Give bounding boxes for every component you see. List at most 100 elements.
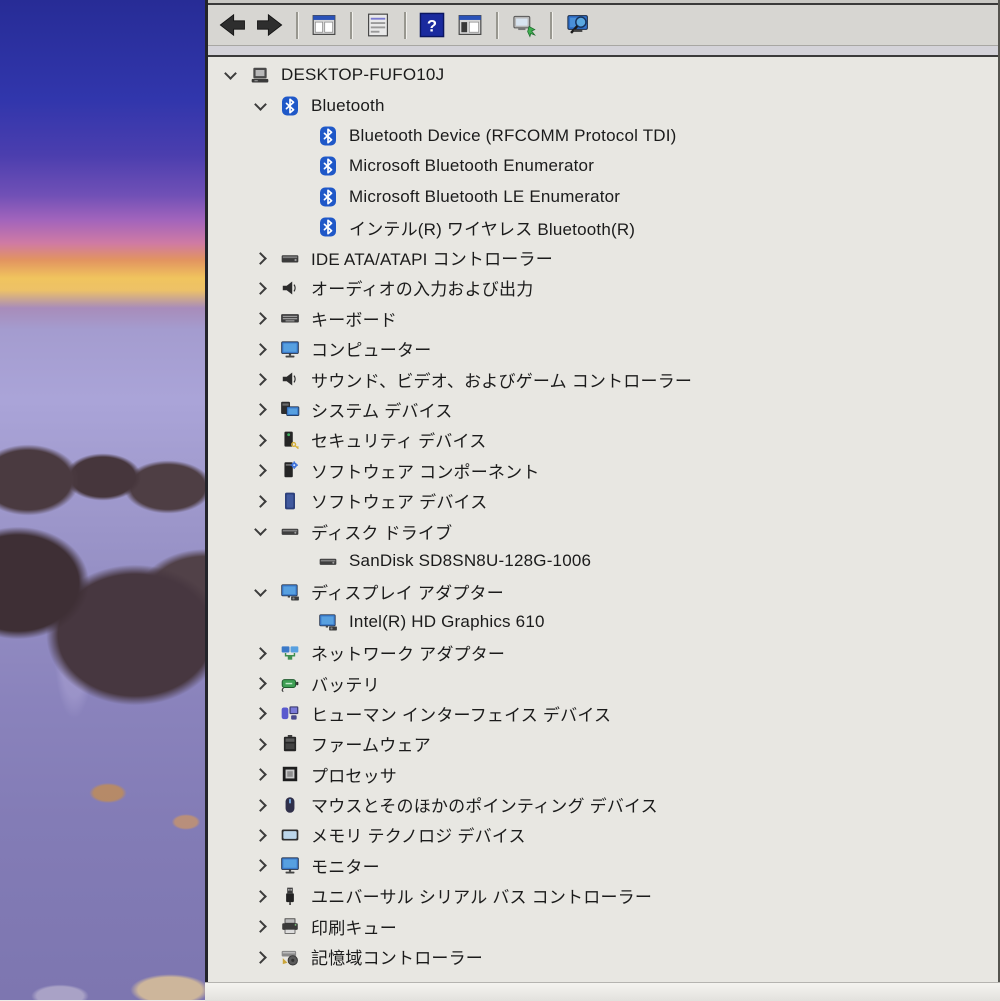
- disk-icon: [280, 521, 300, 541]
- chevron-down-icon[interactable]: [252, 583, 270, 601]
- tree-item-batteries[interactable]: バッテリ: [208, 668, 998, 698]
- chevron-right-icon[interactable]: [252, 856, 270, 874]
- chevron-right-icon[interactable]: [252, 887, 270, 905]
- tree-item-computer-desktop-fufo10j[interactable]: DESKTOP-FUFO10J: [208, 60, 998, 90]
- sw-device-icon: [280, 491, 300, 511]
- chevron-right-icon[interactable]: [252, 279, 270, 297]
- chevron-right-icon[interactable]: [252, 735, 270, 753]
- help-question-icon: ?: [419, 12, 445, 38]
- chevron-right-icon[interactable]: [252, 431, 270, 449]
- tree-item-label: バッテリ: [311, 671, 380, 696]
- tree-item-software-components[interactable]: ソフトウェア コンポーネント: [208, 455, 998, 485]
- scan-hardware-changes-button[interactable]: [508, 9, 540, 41]
- tree-item-label: 記憶域コントローラー: [311, 944, 483, 969]
- chevron-right-icon[interactable]: [252, 461, 270, 479]
- tree-item-keyboards[interactable]: キーボード: [208, 303, 998, 333]
- properties-button[interactable]: [362, 9, 394, 41]
- remote-computer-search-button[interactable]: [562, 9, 594, 41]
- chevron-right-icon[interactable]: [252, 704, 270, 722]
- mouse-icon: [280, 795, 300, 815]
- tree-item-human-interface-devices[interactable]: ヒューマン インターフェイス デバイス: [208, 698, 998, 728]
- chevron-down-icon[interactable]: [252, 522, 270, 540]
- tree-item-computers[interactable]: コンピューター: [208, 334, 998, 364]
- chevron-right-icon[interactable]: [252, 249, 270, 267]
- chevron-right-icon[interactable]: [252, 826, 270, 844]
- tree-item-ide-ata-atapi[interactable]: IDE ATA/ATAPI コントローラー: [208, 242, 998, 272]
- tree-item-display-adapters[interactable]: ディスプレイ アダプター: [208, 577, 998, 607]
- tree-item-label: ソフトウェア デバイス: [311, 488, 487, 513]
- tree-item-label: オーディオの入力および出力: [311, 275, 533, 300]
- tree-item-ms-bluetooth-le-enumerator[interactable]: Microsoft Bluetooth LE Enumerator: [208, 182, 998, 212]
- tree-item-audio-inputs-outputs[interactable]: オーディオの入力および出力: [208, 273, 998, 303]
- tree-item-intel-wireless-bluetooth[interactable]: インテル(R) ワイヤレス Bluetooth(R): [208, 212, 998, 242]
- usb-icon: [280, 886, 300, 906]
- tree-item-label: ヒューマン インターフェイス デバイス: [311, 701, 611, 726]
- tree-item-network-adapters[interactable]: ネットワーク アダプター: [208, 637, 998, 667]
- chevron-right-icon[interactable]: [252, 917, 270, 935]
- storage-icon: [280, 947, 300, 967]
- tree-item-label: ディスク ドライブ: [311, 519, 452, 544]
- desktop-wallpaper: [0, 0, 205, 1000]
- tree-item-sandisk-sd8sn8u[interactable]: SanDisk SD8SN8U-128G-1006: [208, 546, 998, 576]
- chevron-right-icon[interactable]: [252, 370, 270, 388]
- tree-item-storage-controllers[interactable]: 記憶域コントローラー: [208, 941, 998, 971]
- tree-item-label: コンピューター: [311, 336, 431, 361]
- monitor-icon: [280, 339, 300, 359]
- tree-item-bluetooth-rfcomm[interactable]: Bluetooth Device (RFCOMM Protocol TDI): [208, 121, 998, 151]
- memcard-icon: [280, 825, 300, 845]
- tree-item-memory-technology-devices[interactable]: メモリ テクノロジ デバイス: [208, 820, 998, 850]
- tree-item-firmware[interactable]: ファームウェア: [208, 729, 998, 759]
- device-manager-window: ? DESKTOP-FUFO10J BluetoothBluetooth Devi…: [205, 0, 1000, 982]
- chevron-right-icon[interactable]: [252, 674, 270, 692]
- tree-item-disk-drives[interactable]: ディスク ドライブ: [208, 516, 998, 546]
- tree-item-label: キーボード: [311, 306, 397, 331]
- tree-item-intel-hd-graphics-610[interactable]: Intel(R) HD Graphics 610: [208, 607, 998, 637]
- tree-item-system-devices[interactable]: システム デバイス: [208, 394, 998, 424]
- tree-item-usb-controllers[interactable]: ユニバーサル シリアル バス コントローラー: [208, 881, 998, 911]
- back-button[interactable]: [216, 9, 248, 41]
- tree-item-sound-video-game[interactable]: サウンド、ビデオ、およびゲーム コントローラー: [208, 364, 998, 394]
- tree-item-monitors[interactable]: モニター: [208, 850, 998, 880]
- tree-item-label: Microsoft Bluetooth Enumerator: [349, 156, 594, 176]
- speaker-icon: [280, 369, 300, 389]
- chevron-right-icon[interactable]: [252, 765, 270, 783]
- forward-button[interactable]: [254, 9, 286, 41]
- show-action-pane-button[interactable]: [454, 9, 486, 41]
- toolbar-separator: [404, 12, 406, 39]
- console-window-icon: [311, 12, 337, 38]
- chevron-right-icon[interactable]: [252, 948, 270, 966]
- speaker-icon: [280, 278, 300, 298]
- bluetooth-icon: [280, 96, 300, 116]
- hid-icon: [280, 703, 300, 723]
- bluetooth-icon: [318, 217, 338, 237]
- tree-item-bluetooth[interactable]: Bluetooth: [208, 90, 998, 120]
- tree-item-software-devices[interactable]: ソフトウェア デバイス: [208, 485, 998, 515]
- bluetooth-icon: [318, 156, 338, 176]
- tree-item-label: モニター: [311, 853, 380, 878]
- tree-item-security-devices[interactable]: セキュリティ デバイス: [208, 425, 998, 455]
- tree-item-label: サウンド、ビデオ、およびゲーム コントローラー: [311, 367, 692, 392]
- chevron-down-icon[interactable]: [252, 97, 270, 115]
- chevron-right-icon[interactable]: [252, 340, 270, 358]
- display-icon: [318, 612, 338, 632]
- tree-item-label: DESKTOP-FUFO10J: [281, 65, 444, 85]
- tree-item-mice-pointing-devices[interactable]: マウスとそのほかのポインティング デバイス: [208, 789, 998, 819]
- toolbar-separator: [296, 12, 298, 39]
- show-console-tree-button[interactable]: [308, 9, 340, 41]
- tree-item-label: 印刷キュー: [311, 914, 397, 939]
- tree-item-label: ディスプレイ アダプター: [311, 579, 504, 604]
- tree-item-print-queues[interactable]: 印刷キュー: [208, 911, 998, 941]
- tree-item-label: マウスとそのほかのポインティング デバイス: [311, 792, 658, 817]
- chevron-right-icon[interactable]: [252, 309, 270, 327]
- help-button[interactable]: ?: [416, 9, 448, 41]
- chevron-right-icon[interactable]: [252, 492, 270, 510]
- tree-item-label: システム デバイス: [311, 397, 453, 422]
- firmware-icon: [280, 734, 300, 754]
- chevron-right-icon[interactable]: [252, 644, 270, 662]
- tree-item-ms-bluetooth-enumerator[interactable]: Microsoft Bluetooth Enumerator: [208, 151, 998, 181]
- chevron-down-icon[interactable]: [222, 66, 240, 84]
- chevron-right-icon[interactable]: [252, 400, 270, 418]
- svg-text:?: ?: [427, 16, 437, 35]
- tree-item-processors[interactable]: プロセッサ: [208, 759, 998, 789]
- chevron-right-icon[interactable]: [252, 796, 270, 814]
